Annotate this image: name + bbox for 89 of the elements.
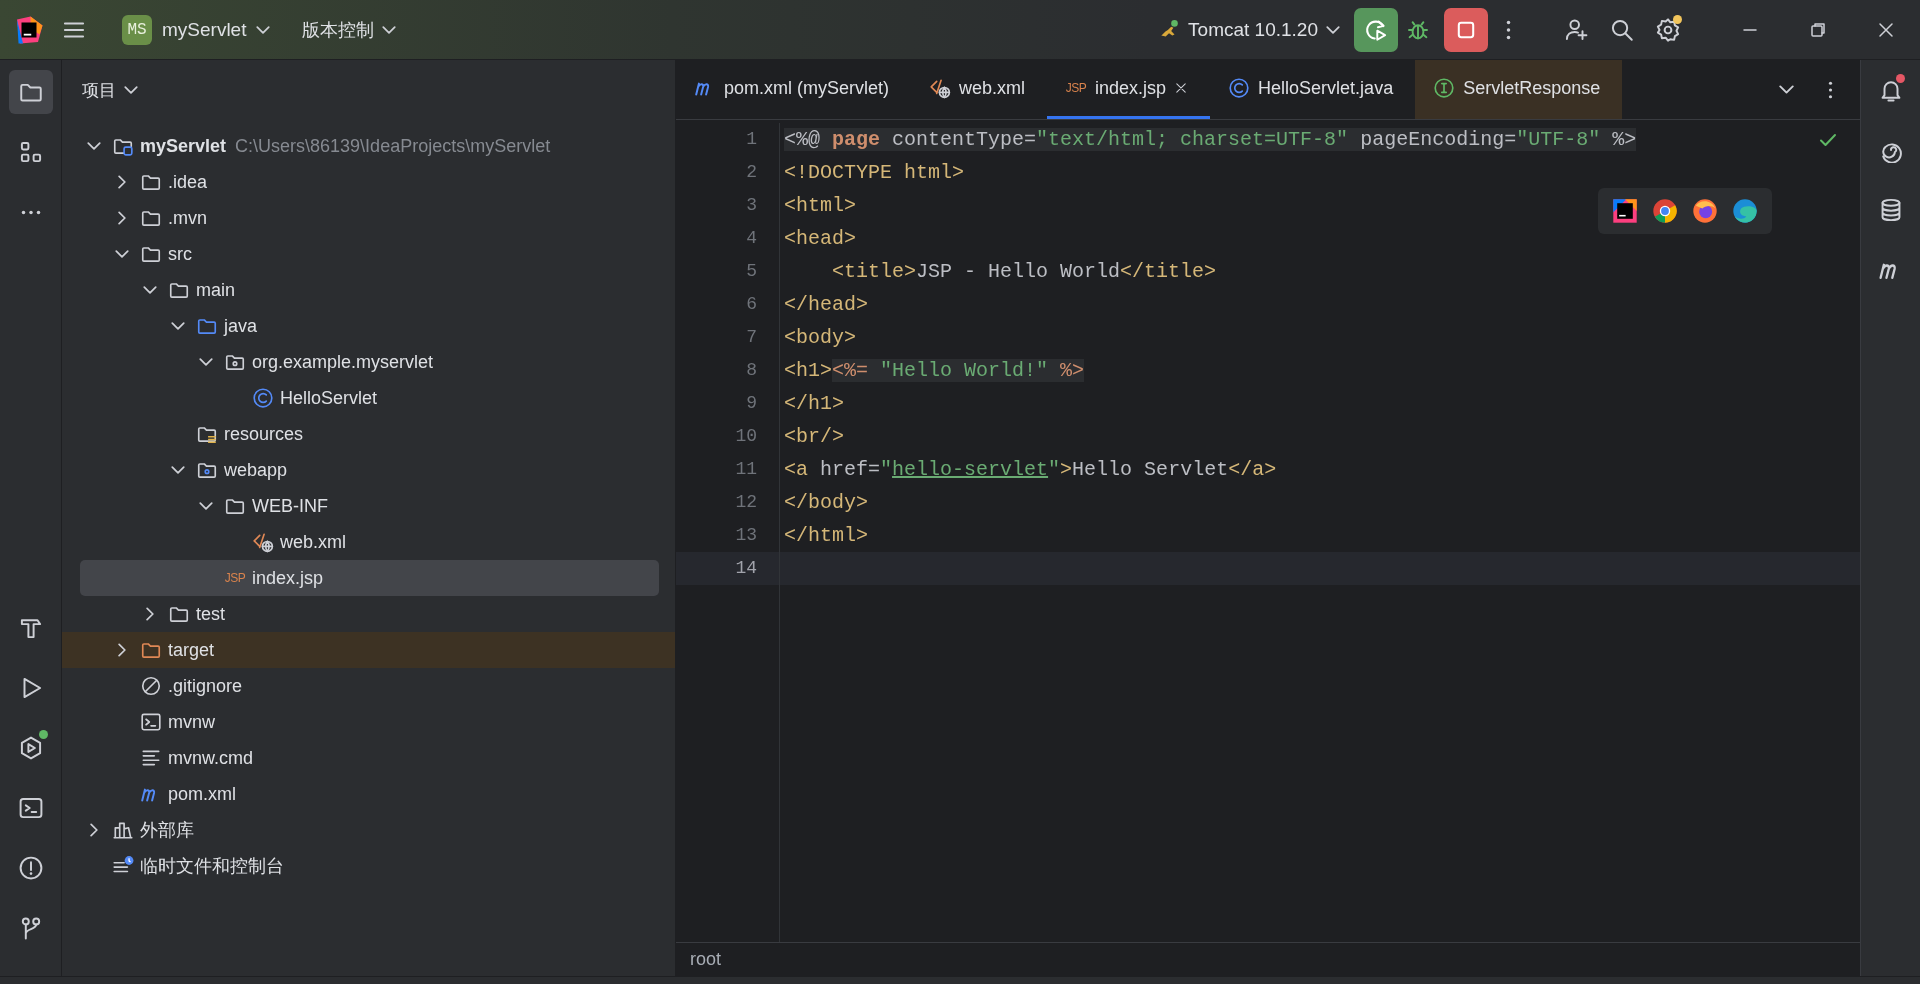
browser-icon[interactable] bbox=[1692, 198, 1718, 224]
breadcrumb[interactable]: root bbox=[690, 949, 722, 970]
jsp-file-icon: JSP bbox=[1065, 81, 1088, 95]
vcs-menu[interactable]: 版本控制 bbox=[296, 13, 403, 46]
tree-item[interactable]: main bbox=[62, 272, 675, 308]
editor-tab[interactable]: web.xml bbox=[911, 60, 1048, 119]
tree-item[interactable]: webapp bbox=[62, 452, 675, 488]
stop-button[interactable] bbox=[1444, 7, 1488, 52]
tree-item[interactable]: src bbox=[62, 236, 675, 272]
code-line: <h1><%= "Hello World!" %> bbox=[783, 358, 1085, 384]
line-number: 9 bbox=[676, 387, 780, 420]
code-line: <head> bbox=[783, 226, 856, 252]
editor-tab[interactable]: pom.xml (myServlet) bbox=[676, 60, 911, 119]
rerun-button[interactable] bbox=[1354, 7, 1398, 52]
project-switcher[interactable]: MS myServlet bbox=[116, 10, 277, 49]
tree-item[interactable]: test bbox=[62, 596, 675, 632]
line-number: 12 bbox=[676, 486, 780, 519]
code-line: <!DOCTYPE html> bbox=[783, 160, 965, 186]
tree-item[interactable]: 临时文件和控制台 bbox=[62, 848, 675, 884]
tree-item[interactable]: java bbox=[62, 308, 675, 344]
line-number: 2 bbox=[676, 156, 780, 189]
more-icon bbox=[1505, 19, 1511, 40]
tree-item[interactable]: mvnw.cmd bbox=[62, 740, 675, 776]
interface-icon bbox=[1433, 77, 1456, 99]
line-number: 3 bbox=[676, 189, 780, 222]
tool-window-button[interactable] bbox=[8, 70, 53, 114]
code-line: <html> bbox=[783, 193, 856, 219]
chevron-icon bbox=[124, 86, 138, 94]
editor-tab[interactable]: HelloServlet.java bbox=[1210, 60, 1416, 119]
editor-tab[interactable]: ServletResponse bbox=[1415, 60, 1623, 119]
chevron-icon bbox=[382, 25, 397, 34]
more-icon bbox=[1827, 80, 1833, 99]
chevron-icon bbox=[1326, 25, 1340, 34]
tree-item[interactable]: web.xml bbox=[62, 524, 675, 560]
minimize-icon bbox=[1743, 28, 1757, 31]
code-line: <body> bbox=[783, 325, 856, 351]
line-number: 1 bbox=[676, 123, 780, 156]
close-icon bbox=[1174, 81, 1189, 95]
class-icon bbox=[252, 387, 274, 409]
terminal-icon bbox=[17, 795, 44, 821]
tree-item[interactable]: pom.xml bbox=[62, 776, 675, 812]
tree-item[interactable]: org.example.myservlet bbox=[62, 344, 675, 380]
code-line: <a href="hello-servlet">Hello Servlet</a> bbox=[783, 457, 1277, 483]
code-line: </h1> bbox=[783, 391, 844, 417]
line-number: 4 bbox=[676, 222, 780, 255]
tree-item[interactable]: HelloServlet bbox=[62, 380, 675, 416]
ide-logo-icon[interactable] bbox=[1612, 198, 1638, 224]
tree-item[interactable]: .mvn bbox=[62, 200, 675, 236]
line-number: 11 bbox=[676, 453, 780, 486]
project-badge: MS bbox=[122, 14, 152, 45]
chevron-icon bbox=[256, 25, 271, 34]
problems-icon bbox=[17, 855, 44, 881]
browser-icon[interactable] bbox=[1652, 198, 1678, 224]
code-line: </html> bbox=[783, 523, 868, 549]
script-file-icon bbox=[140, 711, 162, 733]
tree-item[interactable]: .gitignore bbox=[62, 668, 675, 704]
ignored-file-icon bbox=[140, 675, 162, 697]
code-line: <%@ page contentType="text/html; charset=UTF-8" pageEncoding="UTF-8" %> bbox=[783, 127, 1637, 153]
xml-file-icon bbox=[929, 77, 951, 99]
tree-item[interactable]: mvnw bbox=[62, 704, 675, 740]
line-number: 14 bbox=[676, 552, 780, 585]
line-number: 8 bbox=[676, 354, 780, 387]
jsp-file-icon: JSP bbox=[224, 571, 246, 585]
line-number: 6 bbox=[676, 288, 780, 321]
tree-item[interactable]: resources bbox=[62, 416, 675, 452]
line-number: 7 bbox=[676, 321, 780, 354]
more-icon bbox=[20, 209, 41, 215]
project-path: C:\Users\86139\IdeaProjects\myServlet bbox=[235, 135, 551, 157]
editor-tab[interactable]: JSP index.jsp bbox=[1047, 60, 1211, 119]
class-icon bbox=[1228, 77, 1251, 99]
app-logo-icon bbox=[14, 14, 44, 45]
tree-item[interactable]: myServlet C:\Users\86139\IdeaProjects\myServlet bbox=[62, 128, 675, 164]
settings-icon bbox=[1655, 16, 1681, 43]
tree-item[interactable]: WEB-INF bbox=[62, 488, 675, 524]
code-line: </body> bbox=[783, 490, 868, 516]
chevron-icon bbox=[1778, 85, 1794, 94]
tree-item[interactable]: .idea bbox=[62, 164, 675, 200]
tree-item[interactable]: JSP index.jsp bbox=[80, 560, 659, 596]
browser-icon[interactable] bbox=[1732, 198, 1758, 224]
xml-file-icon bbox=[252, 531, 274, 553]
line-number: 10 bbox=[676, 420, 780, 453]
tree-item[interactable]: target bbox=[62, 632, 675, 668]
code-line: </head> bbox=[783, 292, 868, 318]
panel-title-menu[interactable]: 项目 bbox=[82, 78, 138, 102]
code-line: <br/> bbox=[783, 424, 844, 450]
tree-item[interactable]: 外部库 bbox=[62, 812, 675, 848]
run-configuration[interactable]: Tomcat 10.1.20 bbox=[1158, 18, 1340, 41]
line-number: 5 bbox=[676, 255, 780, 288]
code-line: <title>JSP - Hello World</title> bbox=[831, 259, 1217, 285]
